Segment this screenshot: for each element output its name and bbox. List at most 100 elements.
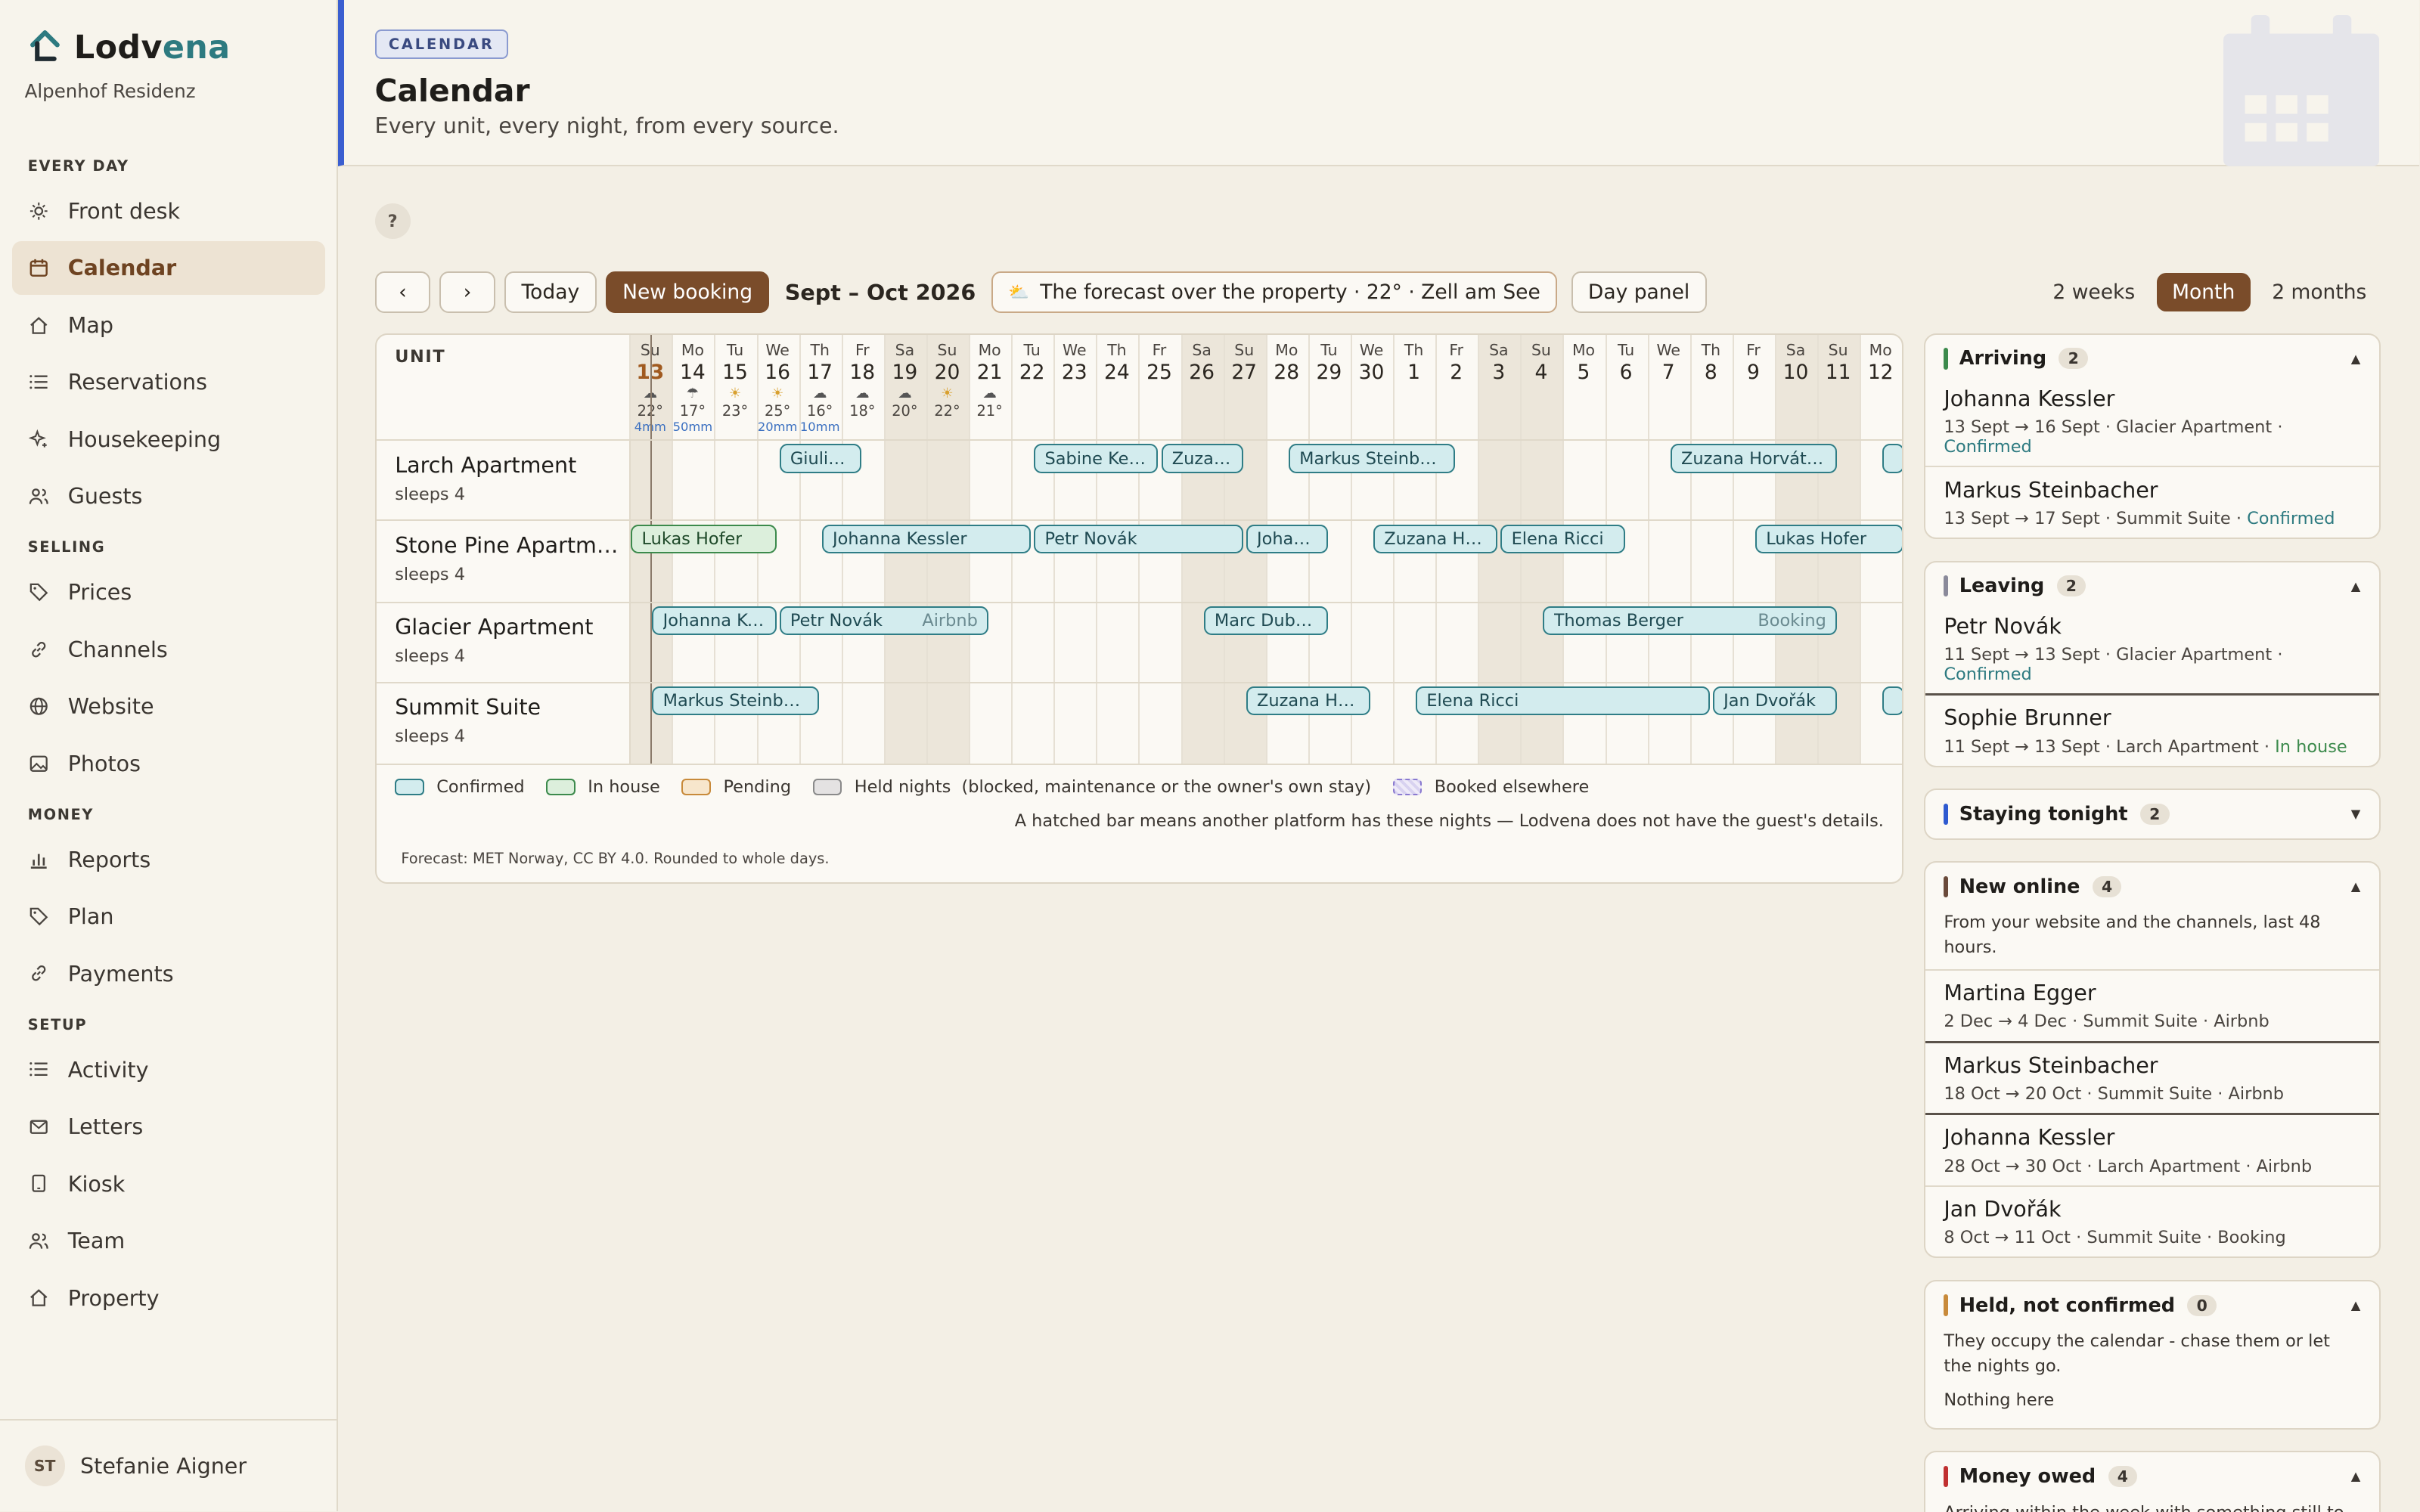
sidebar-item-payments[interactable]: Payments (12, 947, 325, 1000)
unit-name[interactable]: Glacier Apartment (395, 614, 619, 640)
side-panels: Arriving 2 ▲ Johanna Kessler 13 Sept → 16 Se… (1923, 333, 2381, 1512)
sidebar-item-reservations[interactable]: Reservations (12, 355, 325, 409)
day-name: Mo (1275, 340, 1298, 359)
next-button[interactable]: › (439, 271, 495, 314)
booking-bar[interactable]: Elena Ricci (1416, 686, 1710, 716)
booking-bar[interactable]: Zuzana Ho… (1246, 686, 1370, 716)
sidebar-item-front-desk[interactable]: Front desk (12, 184, 325, 237)
sidebar-item-channels[interactable]: Channels (12, 622, 325, 676)
list-item[interactable]: Markus Steinbacher 18 Oct → 20 Oct · Summ… (1925, 1040, 2379, 1114)
day-panel-button[interactable]: Day panel (1571, 271, 1707, 314)
sidebar-item-label: Calendar (67, 255, 177, 281)
chevron-up-icon: ▲ (2350, 1469, 2361, 1484)
status-badge: Confirmed (2247, 508, 2335, 528)
brand-name: Lodvena (73, 29, 231, 67)
booking-bar[interactable]: Zuzana Ho… (1373, 524, 1498, 554)
image-icon (28, 752, 50, 774)
mail-icon (28, 1116, 50, 1138)
booking-bar[interactable]: Johanna Ke… (652, 606, 777, 636)
view-2-weeks[interactable]: 2 weeks (2037, 273, 2151, 311)
sidebar-item-guests[interactable]: Guests (12, 469, 325, 523)
booking-guest: Jan Dvořák (1723, 691, 1816, 711)
day-header: Tu 6 (1606, 341, 1647, 384)
booking-dates: 11 Sept → 13 Sept · Glacier Apartment · (1944, 644, 2283, 665)
list-item[interactable]: Martina Egger 2 Dec → 4 Dec · Summit Suit… (1925, 968, 2379, 1041)
day-header: We 16 ☀ 25° 20mm (757, 341, 799, 435)
panel-title: Arriving (1959, 347, 2047, 370)
day-number: 21 (976, 360, 1003, 384)
panel-header[interactable]: New online 4 ▲ (1925, 863, 2379, 910)
panel-header[interactable]: Held, not confirmed 0 ▲ (1925, 1281, 2379, 1329)
today-button[interactable]: Today (504, 271, 597, 314)
guest-name: Johanna Kessler (1944, 1124, 2115, 1151)
list-item[interactable]: Jan Dvořák 8 Oct → 11 Oct · Summit Suite … (1925, 1185, 2379, 1257)
weather-icon: ☀ (728, 385, 742, 401)
booking-bar[interactable]: Lukas Hofer (1754, 524, 1903, 554)
list-item[interactable]: Markus Steinbacher 13 Sept → 17 Sept · Su… (1925, 466, 2379, 538)
previous-button[interactable]: ‹ (374, 271, 431, 314)
sidebar-item-activity[interactable]: Activity (12, 1043, 325, 1096)
list-item[interactable]: Petr Novák 11 Sept → 13 Sept · Glacier Ap… (1925, 610, 2379, 693)
booking-bar[interactable]: Zuzan… (1161, 444, 1243, 474)
list-item[interactable]: Johanna Kessler 13 Sept → 16 Sept · Glaci… (1925, 383, 2379, 466)
forecast-button[interactable]: ⛅ The forecast over the property · 22° · … (991, 271, 1558, 314)
legend-held: Held nights (blocked, maintenance or the… (854, 777, 1372, 798)
booking-bar[interactable]: Sabine Keller (1034, 444, 1159, 474)
day-number: 14 (680, 360, 706, 384)
panel-header[interactable]: Arriving 2 ▲ (1925, 335, 2379, 383)
booking-bar[interactable] (1882, 686, 1903, 716)
booking-bar[interactable]: Elena Ricci (1500, 524, 1625, 554)
sidebar-nav: EVERY DAY Front desk Calendar Map Reservatio… (12, 142, 326, 1328)
booking-guest: Sabine Keller (1044, 448, 1148, 469)
booking-bar[interactable]: Thomas Berger Booking (1543, 606, 1838, 636)
booking-bar[interactable]: Johan… (1246, 524, 1328, 554)
sidebar-item-prices[interactable]: Prices (12, 565, 325, 619)
unit-name[interactable]: Larch Apartment (395, 452, 619, 478)
booking-bar[interactable]: Markus Steinbac… (1288, 444, 1456, 474)
booking-bar[interactable]: Lukas Hofer (631, 524, 777, 554)
sidebar-item-plan[interactable]: Plan (12, 890, 325, 943)
sidebar-item-kiosk[interactable]: Kiosk (12, 1157, 325, 1210)
view-2-months[interactable]: 2 months (2257, 273, 2382, 311)
user-menu[interactable]: ST Stefanie Aigner (0, 1418, 338, 1511)
panel-header[interactable]: Staying tonight 2 ▼ (1925, 790, 2379, 838)
sidebar-item-property[interactable]: Property (12, 1271, 325, 1325)
panel-stripe (1944, 575, 1949, 597)
sidebar-item-calendar[interactable]: Calendar (12, 240, 326, 296)
sidebar-item-housekeeping[interactable]: Housekeeping (12, 412, 325, 466)
panel-header[interactable]: Money owed 4 ▲ (1925, 1452, 2379, 1500)
booking-bar[interactable] (1882, 444, 1903, 474)
day-number: 12 (1867, 360, 1894, 384)
booking-bar[interactable]: Petr Novák Airbnb (779, 606, 989, 636)
list-item[interactable]: Johanna Kessler 28 Oct → 30 Oct · Larch A… (1925, 1113, 2379, 1185)
booking-bar[interactable]: Marc Dubois (1203, 606, 1328, 636)
chevron-up-icon: ▲ (2350, 1298, 2361, 1313)
sidebar-item-team[interactable]: Team (12, 1213, 325, 1267)
sidebar-item-label: Map (67, 311, 113, 338)
new-booking-button[interactable]: New booking (605, 271, 770, 314)
brand[interactable]: Lodvena (28, 28, 231, 68)
booking-bar[interactable]: Petr Novák (1034, 524, 1243, 554)
booking-bar[interactable]: Johanna Kessler (821, 524, 1032, 554)
panel-header[interactable]: Leaving 2 ▲ (1925, 562, 2379, 610)
sidebar-item-label: Photos (67, 750, 141, 776)
booking-bar[interactable]: Markus Steinbac… (652, 686, 819, 716)
booking-bar[interactable]: Jan Dvořák (1712, 686, 1838, 716)
sidebar-item-reports[interactable]: Reports (12, 832, 325, 886)
forecast-rain: 10mm (799, 420, 840, 435)
unit-name[interactable]: Stone Pine Apartme… (395, 532, 619, 558)
list-item[interactable]: Sophie Brunner 11 Sept → 13 Sept · Larch … (1925, 693, 2379, 766)
booking-bar[interactable]: Zuzana Horváth… (1670, 444, 1838, 474)
view-month[interactable]: Month (2156, 273, 2251, 312)
booking-bar[interactable]: Giulia… (779, 444, 861, 474)
help-button[interactable]: ? (374, 203, 411, 240)
sidebar-item-photos[interactable]: Photos (12, 736, 325, 790)
sidebar-item-map[interactable]: Map (12, 298, 325, 352)
unit-name[interactable]: Summit Suite (395, 694, 619, 720)
panel-stripe (1944, 347, 1949, 370)
home-logo-icon (28, 28, 62, 68)
globe-icon (28, 696, 50, 717)
sidebar-item-website[interactable]: Website (12, 680, 325, 733)
sidebar-item-letters[interactable]: Letters (12, 1100, 325, 1154)
date-range-label: Sept – Oct 2026 (784, 279, 976, 305)
